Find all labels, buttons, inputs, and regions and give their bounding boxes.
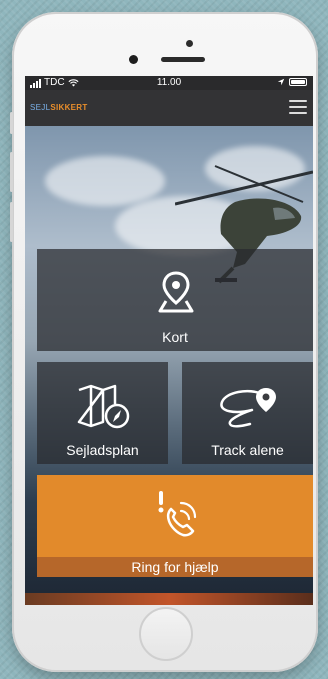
sejladsplan-label: Sejladsplan (66, 442, 139, 458)
ring-for-hjaelp-label: Ring for hjælp (131, 559, 219, 575)
kort-label: Kort (162, 329, 188, 345)
ring-for-hjaelp-tile[interactable]: Ring for hjælp (37, 475, 313, 577)
phone-alert-icon (158, 491, 197, 537)
app-logo: SEJLSIKKERT (30, 103, 88, 112)
status-bar: TDC 11.00 (25, 76, 313, 90)
logo-part-1: SEJL (30, 103, 51, 112)
front-camera (129, 55, 138, 64)
map-compass-icon (77, 384, 130, 429)
app-header: SEJLSIKKERT (25, 90, 313, 126)
volume-down-button (10, 202, 13, 242)
logo-part-2: SIKKERT (50, 103, 88, 112)
kort-tile[interactable]: Kort (37, 249, 313, 351)
volume-up-button (10, 152, 13, 192)
mute-switch (10, 112, 13, 134)
track-alene-label: Track alene (211, 442, 284, 458)
earpiece-speaker (161, 57, 205, 62)
bottom-image-strip (25, 593, 313, 605)
sejladsplan-tile[interactable]: Sejladsplan (37, 362, 168, 464)
location-pin-icon (158, 271, 194, 313)
app-screen: TDC 11.00 SEJLSIKKERT Kort Sejladsplan T… (25, 76, 313, 605)
home-button[interactable] (139, 607, 193, 661)
track-route-icon (220, 388, 276, 428)
location-arrow-icon (277, 78, 285, 86)
status-right (277, 78, 307, 86)
hamburger-icon[interactable] (289, 100, 307, 114)
sensor-dot (186, 40, 193, 47)
track-alene-tile[interactable]: Track alene (182, 362, 313, 464)
status-time: 11.00 (156, 77, 182, 88)
ring-label-bar: Ring for hjælp (37, 557, 313, 577)
battery-icon (289, 78, 307, 86)
